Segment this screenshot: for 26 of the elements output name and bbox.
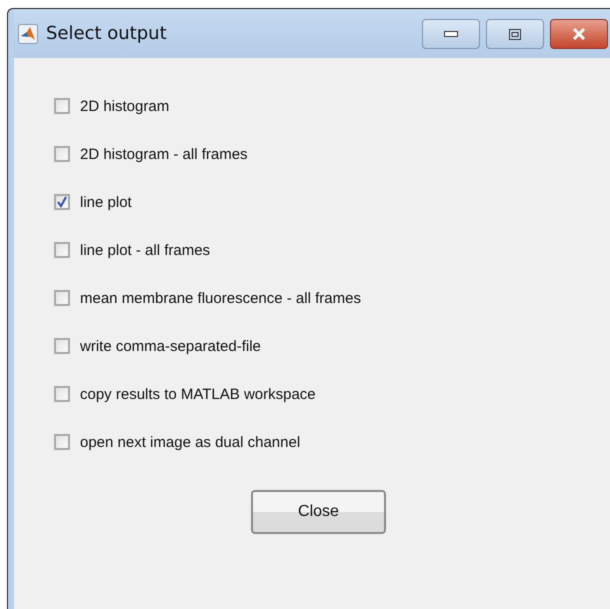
checkbox-label: copy results to MATLAB workspace: [80, 386, 316, 402]
minimize-button[interactable]: [422, 19, 480, 49]
app-icon: [18, 24, 38, 44]
checkbox-label: 2D histogram - all frames: [80, 146, 248, 162]
checkbox[interactable]: [54, 386, 70, 402]
close-button[interactable]: [550, 19, 608, 49]
checkbox[interactable]: [54, 338, 70, 354]
checkbox[interactable]: [54, 146, 70, 162]
checkbox[interactable]: [54, 242, 70, 258]
window-title: Select output: [46, 23, 167, 44]
close-dialog-button[interactable]: Close: [251, 490, 386, 534]
checkmark-icon: [56, 196, 68, 208]
close-icon: [572, 28, 586, 40]
maximize-icon: [509, 28, 521, 40]
checkbox-label: open next image as dual channel: [80, 434, 300, 450]
checkbox[interactable]: [54, 290, 70, 306]
checkbox[interactable]: [54, 194, 70, 210]
maximize-button[interactable]: [486, 19, 544, 49]
checkbox-label: mean membrane fluorescence - all frames: [80, 290, 361, 306]
checkbox-label: 2D histogram: [80, 98, 170, 114]
minimize-icon: [444, 31, 458, 37]
checkbox-label: line plot: [80, 194, 132, 210]
checkbox[interactable]: [54, 98, 70, 114]
checkbox-label: write comma-separated-file: [80, 338, 261, 354]
checkbox-label: line plot - all frames: [80, 242, 210, 258]
checkbox[interactable]: [54, 434, 70, 450]
